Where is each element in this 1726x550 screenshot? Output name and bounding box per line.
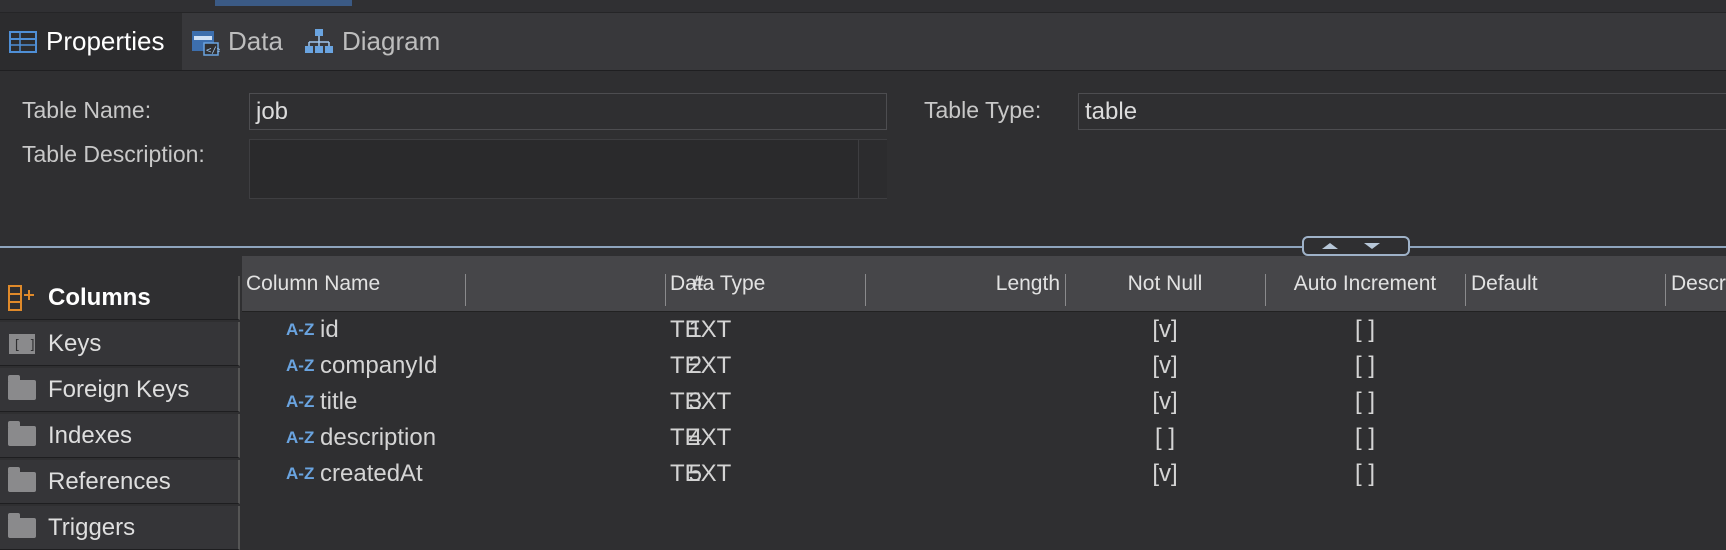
grid-header: Column Name # Data Type Length Not Null …: [242, 256, 1726, 312]
header-auto-increment[interactable]: Auto Increment: [1265, 256, 1465, 311]
cell-not-null[interactable]: [v]: [1065, 456, 1265, 492]
sidebar-item-columns[interactable]: Columns: [0, 276, 240, 320]
table-name-label: Table Name:: [22, 97, 152, 123]
folder-icon: [8, 374, 36, 404]
tab-diagram-label: Diagram: [342, 26, 441, 56]
sidebar-item-label: Keys: [48, 329, 102, 357]
text-type-icon: A-Z: [286, 356, 315, 375]
cell-data-type: TEXT: [670, 352, 732, 379]
sidebar-item-foreign-keys[interactable]: Foreign Keys: [0, 368, 240, 412]
sidebar-item-keys[interactable]: [ ] Keys: [0, 322, 240, 366]
folder-icon: [8, 420, 36, 450]
cell-column-name: createdAt: [320, 460, 423, 487]
table-description-label: Table Description:: [22, 141, 205, 167]
header-separator: [665, 274, 666, 306]
sidebar-item-label: References: [48, 467, 171, 495]
table-name-field[interactable]: job: [249, 93, 887, 130]
header-column-name[interactable]: Column Name: [246, 256, 380, 311]
sidebar-sections: Columns [ ] Keys Foreign Keys Indexes Re…: [0, 256, 240, 550]
cell-column-name: description: [320, 424, 437, 451]
diagram-icon: [304, 27, 334, 57]
table-row[interactable]: A-Z description 4 TEXT [ ] [ ]: [242, 420, 1726, 456]
text-type-icon: A-Z: [286, 464, 315, 483]
folder-icon: [8, 466, 36, 496]
header-not-null[interactable]: Not Null: [1065, 256, 1265, 311]
sidebar-item-label: Foreign Keys: [48, 375, 190, 403]
svg-text:[ ]: [ ]: [13, 338, 36, 353]
tab-diagram[interactable]: Diagram: [304, 13, 454, 70]
cell-auto-increment[interactable]: [ ]: [1265, 420, 1465, 456]
table-row[interactable]: A-Z id 1 TEXT [v] [ ]: [242, 312, 1726, 348]
sidebar-item-label: Columns: [48, 283, 151, 311]
cell-not-null[interactable]: [v]: [1065, 348, 1265, 384]
cell-not-null[interactable]: [ ]: [1065, 420, 1265, 456]
cell-auto-increment[interactable]: [ ]: [1265, 384, 1465, 420]
sidebar-item-label: Indexes: [48, 421, 133, 449]
header-data-type[interactable]: Data Type: [670, 256, 765, 311]
cell-data-type: TEXT: [670, 460, 732, 487]
tab-data-label: Data: [228, 26, 283, 56]
header-separator: [1665, 274, 1666, 306]
table-description-field[interactable]: [249, 139, 887, 199]
cell-auto-increment[interactable]: [ ]: [1265, 312, 1465, 348]
table-icon: [8, 27, 38, 57]
tab-properties-label: Properties: [46, 26, 165, 56]
table-row[interactable]: A-Z companyId 2 TEXT [v] [ ]: [242, 348, 1726, 384]
header-default[interactable]: Default: [1471, 256, 1538, 311]
tab-properties[interactable]: Properties: [0, 13, 182, 70]
header-separator: [865, 274, 866, 306]
cell-column-name: title: [320, 388, 358, 415]
header-length[interactable]: Length: [872, 256, 1060, 311]
header-description[interactable]: Descr: [1671, 256, 1726, 311]
keys-icon: [ ]: [8, 330, 36, 358]
description-scrollbar[interactable]: [858, 140, 887, 198]
folder-icon: [8, 512, 36, 542]
data-icon: </>: [190, 27, 223, 57]
table-properties-panel: Table Name: job Table Type: table Table …: [0, 71, 1726, 246]
sidebar-item-triggers[interactable]: Triggers: [0, 506, 240, 550]
cell-column-name: id: [320, 316, 339, 343]
text-type-icon: A-Z: [286, 428, 315, 447]
top-strip: [0, 0, 1726, 13]
sidebar-item-indexes[interactable]: Indexes: [0, 414, 240, 458]
cell-data-type: TEXT: [670, 424, 732, 451]
cell-auto-increment[interactable]: [ ]: [1265, 456, 1465, 492]
panel-divider: [0, 246, 1726, 248]
sidebar-item-references[interactable]: References: [0, 460, 240, 504]
active-editor-indicator: [215, 0, 352, 6]
text-type-icon: A-Z: [286, 392, 315, 411]
svg-text:</>: </>: [206, 46, 220, 56]
cell-not-null[interactable]: [v]: [1065, 312, 1265, 348]
columns-grid: Column Name # Data Type Length Not Null …: [242, 256, 1726, 548]
cell-data-type: TEXT: [670, 316, 732, 343]
text-type-icon: A-Z: [286, 320, 315, 339]
table-row[interactable]: A-Z title 3 TEXT [v] [ ]: [242, 384, 1726, 420]
cell-not-null[interactable]: [v]: [1065, 384, 1265, 420]
header-separator: [1465, 274, 1466, 306]
cell-data-type: TEXT: [670, 388, 732, 415]
editor-tab-bar: Properties </> Data Diagram: [0, 13, 1726, 71]
sash-toggle[interactable]: [1302, 236, 1410, 256]
sidebar-item-label: Triggers: [48, 513, 136, 541]
columns-icon: [8, 284, 36, 312]
tab-data[interactable]: </> Data: [190, 13, 302, 70]
table-row[interactable]: A-Z createdAt 5 TEXT [v] [ ]: [242, 456, 1726, 492]
cell-column-name: companyId: [320, 352, 438, 379]
header-separator: [465, 274, 466, 306]
table-type-field[interactable]: table: [1078, 93, 1726, 130]
table-type-label: Table Type:: [924, 97, 1042, 123]
cell-auto-increment[interactable]: [ ]: [1265, 348, 1465, 384]
